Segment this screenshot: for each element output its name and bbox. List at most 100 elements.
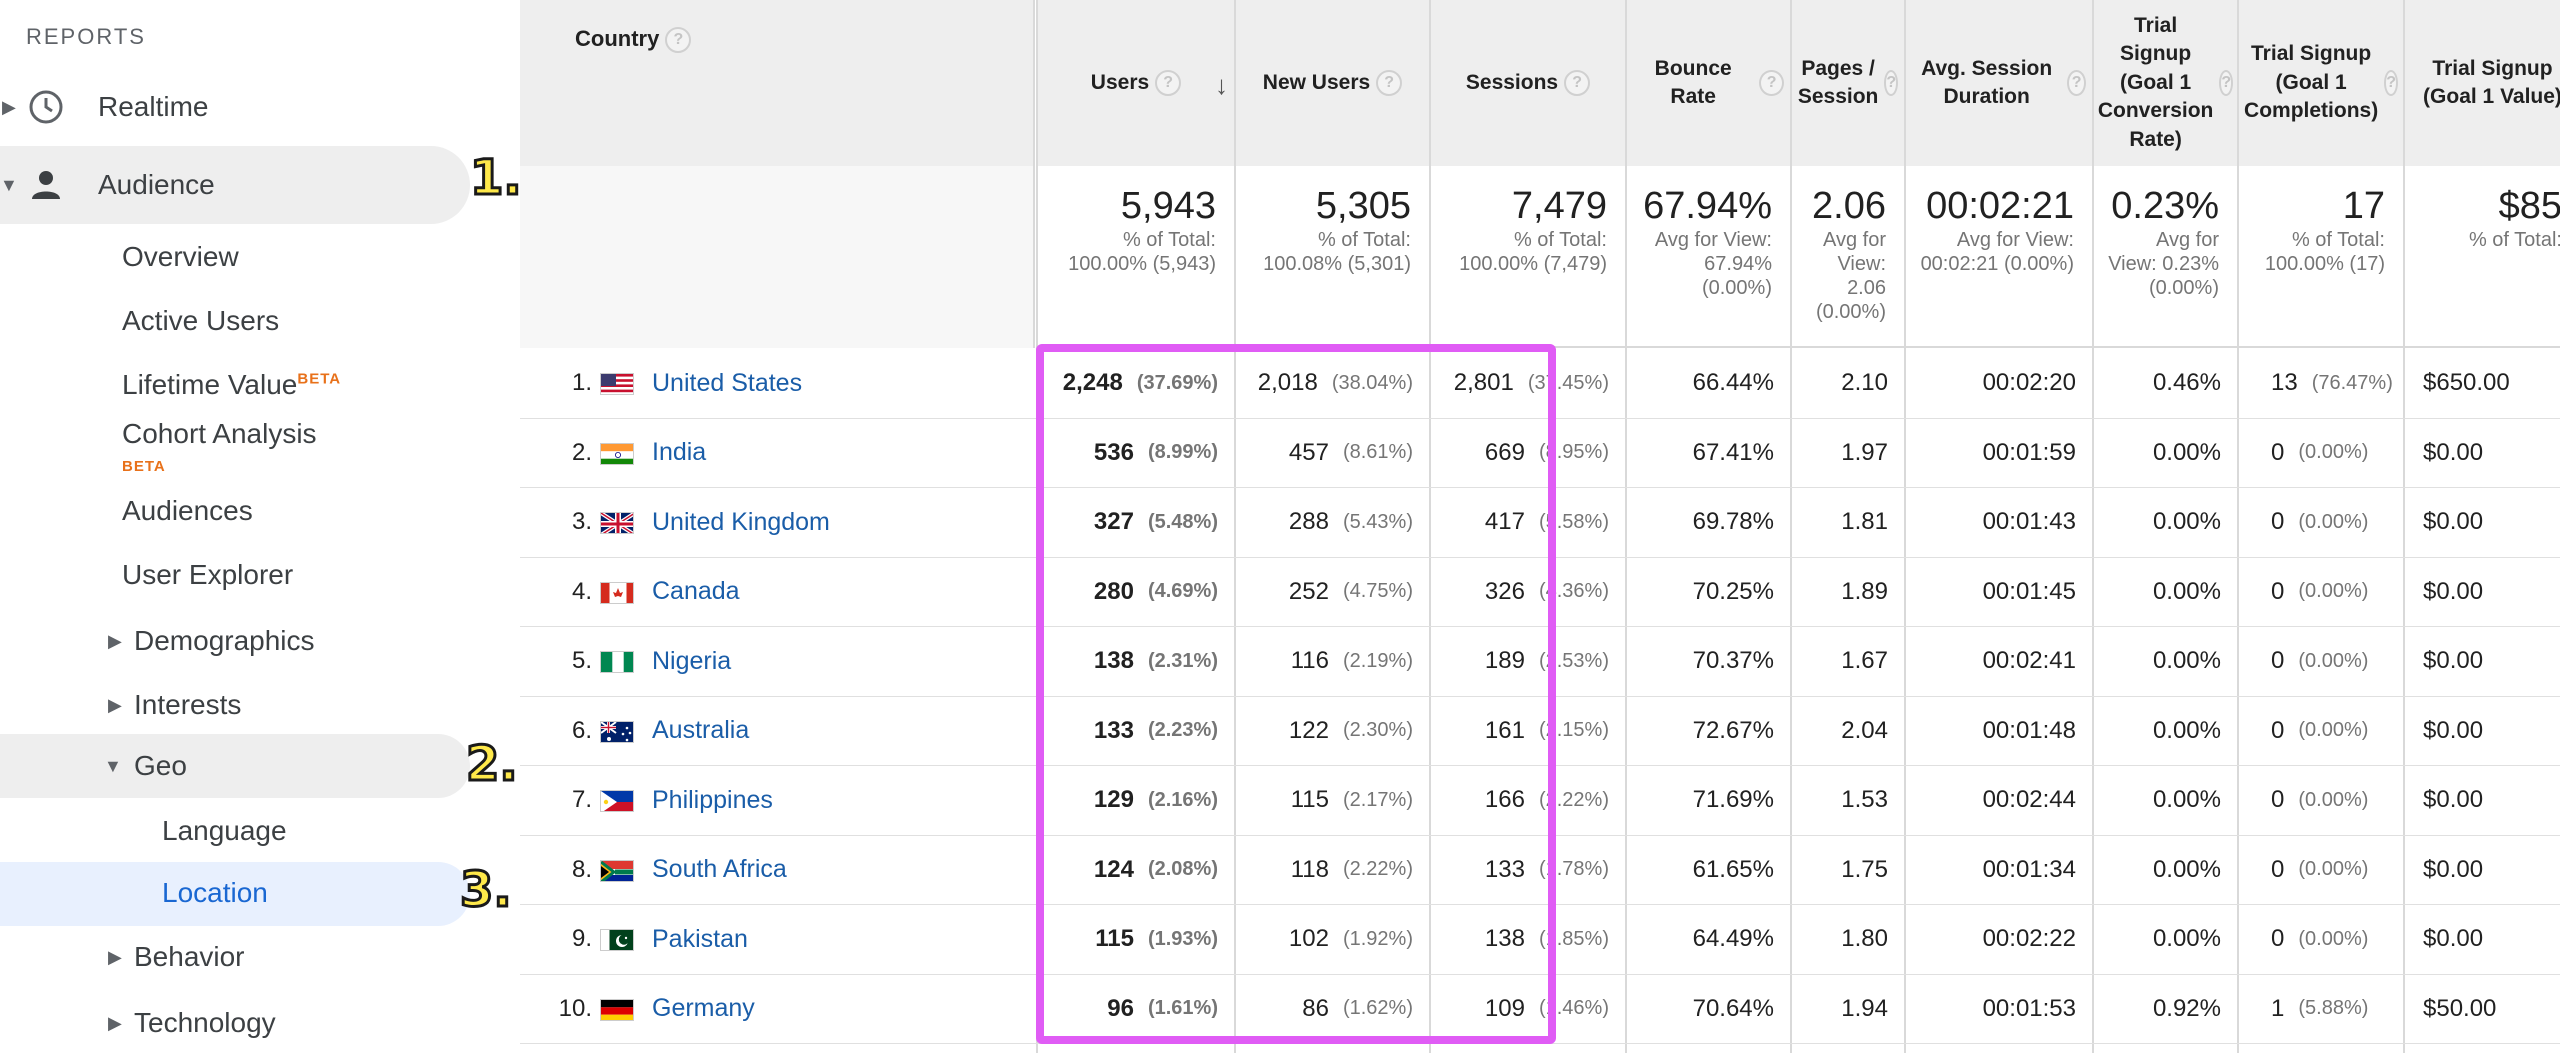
table-row[interactable]: 8. South Africa 124 (2.08%) 118 (2.22%) 133 (1.… xyxy=(520,836,2560,905)
column-header-label: Sessions xyxy=(1465,70,1559,94)
cell-value: 0 xyxy=(2271,438,2285,466)
country-link[interactable]: United States xyxy=(652,349,802,418)
column-total-compl: 17% of Total: 100.00% (17) xyxy=(2239,166,2403,348)
flag-ng-icon xyxy=(600,651,634,673)
cell-value: $0.00 xyxy=(2403,766,2560,835)
cell-compl: 1 (5.88%) xyxy=(2237,975,2387,1044)
cell-conv: 0.00% xyxy=(2092,488,2221,557)
help-icon[interactable]: ? xyxy=(1884,70,1899,96)
column-header-compl[interactable]: Trial Signup (Goal 1 Completions)? xyxy=(2239,0,2403,166)
total-value: 00:02:21 xyxy=(1926,185,2074,227)
sidebar-item-realtime[interactable]: ▶ Realtime xyxy=(0,72,500,142)
table-row[interactable]: 2. India 536 (8.99%) 457 (8.61%) 669 (8.95%) 67.… xyxy=(520,419,2560,488)
country-link[interactable]: Australia xyxy=(652,697,749,766)
table-row[interactable]: 6. Australia 133 (2.23%) 122 (2.30%) 161 (2.15%… xyxy=(520,697,2560,766)
cohort-analysis-text: Cohort Analysis xyxy=(122,418,317,449)
cell-value: 1.53 xyxy=(1841,786,1888,814)
table-row[interactable]: 10. Germany 96 (1.61%) 86 (1.62%) 109 (1.46%) 70… xyxy=(520,975,2560,1044)
row-rank: 10. xyxy=(558,994,592,1022)
cell-percent: (2.08%) xyxy=(1147,858,1218,881)
country-link[interactable]: Germany xyxy=(652,975,755,1044)
country-link[interactable]: India xyxy=(652,419,706,488)
column-total-value: $85% of Total: xyxy=(2405,166,2560,348)
cell-pages: 1.81 xyxy=(1790,488,1888,557)
cell-percent: (0.00%) xyxy=(2298,510,2369,533)
help-icon[interactable]: ? xyxy=(1564,70,1591,96)
cell-value: 0.00% xyxy=(2152,925,2221,953)
annotation-badge-3: 3. xyxy=(459,861,514,920)
help-icon[interactable]: ? xyxy=(1759,70,1784,96)
table-row[interactable]: 7. Philippines 129 (2.16%) 115 (2.17%) 166 (2.2… xyxy=(520,766,2560,836)
cell-compl: 0 (0.00%) xyxy=(2237,627,2387,696)
sidebar-item-label: Geo xyxy=(134,750,187,781)
column-total-sessions: 7,479% of Total: 100.00% (7,479) xyxy=(1431,166,1625,348)
lifetime-value-text: Lifetime Value xyxy=(122,369,298,400)
help-icon[interactable]: ? xyxy=(1376,70,1403,96)
sidebar-item-audience[interactable]: ▼ Audience xyxy=(0,150,480,220)
row-rank: 8. xyxy=(571,855,592,883)
total-subtext: % of Total: 100.00% (7,479) xyxy=(1459,228,1607,275)
sidebar: REPORTS ▶ Realtime ▼ Audience 1. Overvie… xyxy=(0,0,523,1053)
cell-value: 1.97 xyxy=(1841,438,1888,466)
column-header-new_users[interactable]: New Users? xyxy=(1236,0,1429,166)
cell-duration: 00:02:20 xyxy=(1904,349,2076,418)
flag-in-icon xyxy=(600,442,634,465)
country-link[interactable]: Nigeria xyxy=(652,627,731,696)
column-header-users[interactable]: Users? xyxy=(1038,0,1234,166)
flag-au-icon xyxy=(600,720,634,743)
country-link[interactable]: Philippines xyxy=(652,766,773,835)
cell-pages: 1.53 xyxy=(1790,766,1888,835)
help-icon[interactable]: ? xyxy=(665,27,692,54)
table-row[interactable]: 5. Nigeria 138 (2.31%) 116 (2.19%) 189 (2.53%) 7… xyxy=(520,627,2560,697)
table-row[interactable]: 3. United Kingdom 327 (5.48%) 288 (5.43%) 417 (… xyxy=(520,488,2560,558)
country-link[interactable]: Canada xyxy=(652,558,740,627)
help-icon[interactable]: ? xyxy=(2067,70,2086,96)
column-header-pages[interactable]: Pages / Session? xyxy=(1792,0,1904,166)
column-header-bounce[interactable]: Bounce Rate? xyxy=(1627,0,1790,166)
cell-percent: (8.99%) xyxy=(1147,441,1218,464)
cell-duration: 00:01:34 xyxy=(1904,836,2076,905)
cell-bounce: 70.25% xyxy=(1625,558,1774,627)
table-row[interactable]: 9. Pakistan 115 (1.93%) 102 (1.92%) 138 (1.85%)… xyxy=(520,905,2560,975)
cell-conv: 0.00% xyxy=(2092,558,2221,627)
column-header-conv[interactable]: Trial Signup (Goal 1 Conversion Rate)? xyxy=(2094,0,2237,166)
flag-za-icon xyxy=(600,859,634,882)
cell-percent: (5.43%) xyxy=(1342,510,1413,533)
cell-value: 0.00% xyxy=(2152,716,2221,744)
cell-percent: (1.78%) xyxy=(1538,858,1609,881)
cell-bounce: 67.41% xyxy=(1625,419,1774,488)
cell-percent: (8.61%) xyxy=(1342,441,1413,464)
help-icon[interactable]: ? xyxy=(2384,70,2398,96)
help-icon[interactable]: ? xyxy=(2219,70,2234,96)
cell-pages: 1.94 xyxy=(1790,975,1888,1044)
cell-value: 0.00% xyxy=(2152,508,2221,536)
cell-percent: (0.00%) xyxy=(2298,441,2369,464)
cell-value: $0.00 xyxy=(2403,558,2560,627)
column-header-duration[interactable]: Avg. Session Duration? xyxy=(1906,0,2092,166)
cell-percent: (2.53%) xyxy=(1538,649,1609,672)
cell-value: 72.67% xyxy=(1692,716,1774,744)
column-header-value[interactable]: Trial Signup (Goal 1 Value) xyxy=(2405,0,2560,166)
cell-conv: 0.00% xyxy=(2092,697,2221,766)
cell-sessions: 166 (2.22%) xyxy=(1429,766,1609,835)
country-column-header[interactable]: Country? xyxy=(520,0,1035,166)
cell-value: 280 xyxy=(1093,577,1134,605)
cell-percent: (1.61%) xyxy=(1147,997,1218,1020)
cell-value: 70.64% xyxy=(1692,994,1774,1022)
table-row[interactable]: 1. United States 2,248 (37.69%) 2,018 (38.04%… xyxy=(520,349,2560,419)
cell-sessions: 669 (8.95%) xyxy=(1429,419,1609,488)
table-row[interactable]: 4. Canada 280 (4.69%) 252 (4.75%) 326 (4.36%) 70… xyxy=(520,558,2560,627)
cell-sessions: 326 (4.36%) xyxy=(1429,558,1609,627)
cell-pages: 1.67 xyxy=(1790,627,1888,696)
country-link[interactable]: Pakistan xyxy=(652,905,748,974)
sort-descending-icon[interactable]: ↓ xyxy=(1215,70,1228,101)
country-link[interactable]: United Kingdom xyxy=(652,488,830,557)
column-header-sessions[interactable]: Sessions? xyxy=(1431,0,1625,166)
cell-conv: 0.92% xyxy=(2092,975,2221,1044)
cell-percent: (2.31%) xyxy=(1147,649,1218,672)
cell-sessions: 138 (1.85%) xyxy=(1429,905,1609,974)
sidebar-item-label: Audiences xyxy=(122,495,253,526)
help-icon[interactable]: ? xyxy=(1155,70,1182,96)
cell-value: 0 xyxy=(2271,577,2285,605)
country-link[interactable]: South Africa xyxy=(652,836,787,905)
